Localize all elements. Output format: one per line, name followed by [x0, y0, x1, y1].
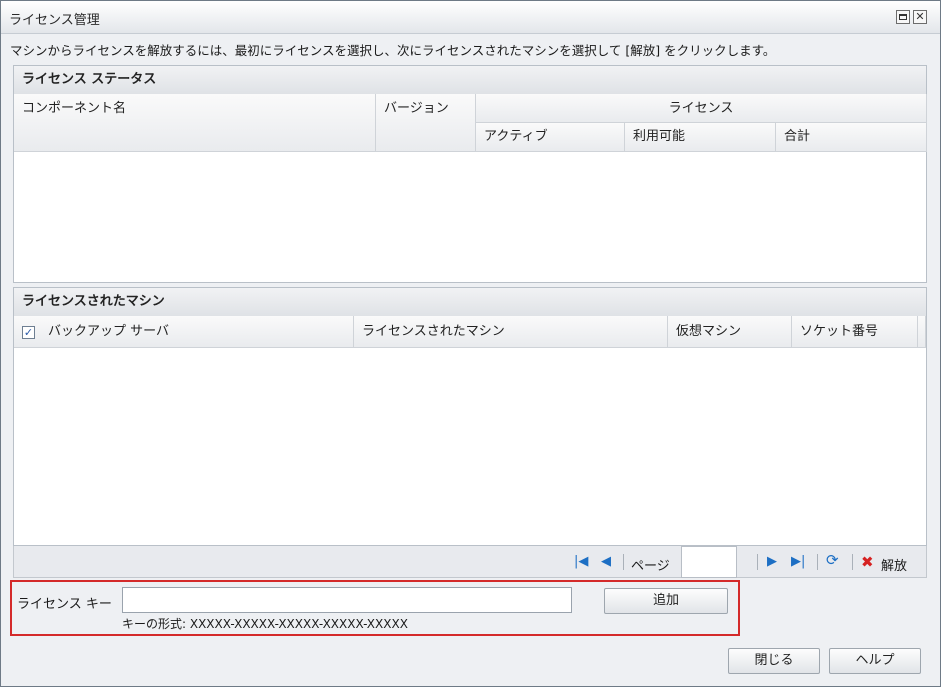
license-status-title: ライセンス ステータス — [14, 66, 926, 95]
column-licensed-machine-label: ライセンスされたマシン — [362, 324, 505, 339]
column-group-license-label: ライセンス — [668, 101, 734, 116]
column-available[interactable]: 利用可能 — [625, 123, 776, 152]
licensed-machines-grid-body — [14, 348, 926, 545]
license-key-input[interactable] — [122, 587, 572, 613]
select-all-checkbox[interactable]: ✓ — [22, 326, 35, 339]
close-button[interactable]: 閉じる — [728, 648, 820, 674]
last-page-icon[interactable]: ▶| — [791, 555, 805, 569]
column-socket-number-label: ソケット番号 — [800, 324, 879, 339]
column-virtual-machine[interactable]: 仮想マシン — [668, 316, 792, 348]
window-title: ライセンス管理 — [9, 13, 100, 28]
title-bar: ライセンス管理 ✕ — [1, 1, 940, 34]
licensed-machines-title: ライセンスされたマシン — [14, 288, 926, 317]
add-button[interactable]: 追加 — [604, 588, 728, 614]
column-available-label: 利用可能 — [633, 129, 686, 144]
page-label: ページ — [631, 559, 670, 574]
key-format-hint: キーの形式: XXXXX-XXXXX-XXXXX-XXXXX-XXXXX — [122, 617, 408, 631]
licensed-machines-panel: ライセンスされたマシン バックアップ サーバ ✓ ライセンスされたマシン 仮想マ… — [13, 287, 927, 546]
column-total-label: 合計 — [784, 129, 811, 144]
prev-page-icon[interactable]: ◀ — [601, 555, 611, 569]
maximize-icon[interactable] — [896, 10, 910, 24]
column-virtual-machine-label: 仮想マシン — [676, 324, 742, 339]
license-status-panel: ライセンス ステータス コンポーネント名 バージョン ライセンス アクティブ 利… — [13, 65, 927, 283]
column-component-name[interactable]: コンポーネント名 — [14, 94, 376, 152]
release-button[interactable]: 解放 — [881, 555, 907, 574]
refresh-icon[interactable]: ⟳ — [826, 553, 839, 568]
release-x-icon[interactable]: ✖ — [861, 553, 874, 571]
column-backup-server-label: バックアップ サーバ — [48, 324, 170, 339]
first-page-icon[interactable]: |◀ — [574, 555, 588, 569]
column-active-label: アクティブ — [484, 129, 548, 144]
license-key-label: ライセンス キー — [17, 597, 112, 612]
license-management-window: ライセンス管理 ✕ マシンからライセンスを解放するには、最初にライセンスを選択し… — [0, 0, 941, 687]
column-spacer — [918, 316, 926, 348]
column-group-license: ライセンス — [476, 94, 927, 123]
column-total[interactable]: 合計 — [776, 123, 927, 152]
column-version[interactable]: バージョン — [376, 94, 476, 152]
pager-separator — [817, 554, 818, 570]
column-licensed-machine[interactable]: ライセンスされたマシン — [354, 316, 668, 348]
column-component-name-label: コンポーネント名 — [22, 101, 127, 116]
column-version-label: バージョン — [384, 101, 449, 116]
pager-separator — [757, 554, 758, 570]
pager-separator — [623, 554, 624, 570]
next-page-icon[interactable]: ▶ — [767, 555, 777, 569]
help-button[interactable]: ヘルプ — [829, 648, 921, 674]
license-status-grid-body — [14, 152, 926, 282]
column-socket-number[interactable]: ソケット番号 — [792, 316, 918, 348]
pager-separator — [852, 554, 853, 570]
instruction-text: マシンからライセンスを解放するには、最初にライセンスを選択し、次にライセンスされ… — [10, 43, 776, 58]
close-icon[interactable]: ✕ — [913, 10, 927, 24]
column-backup-server[interactable]: バックアップ サーバ — [14, 316, 354, 348]
column-active[interactable]: アクティブ — [476, 123, 625, 152]
page-number-input[interactable] — [681, 546, 737, 578]
pager-toolbar: |◀ ◀ ページ ▶ ▶| ⟳ ✖ 解放 — [13, 546, 927, 578]
